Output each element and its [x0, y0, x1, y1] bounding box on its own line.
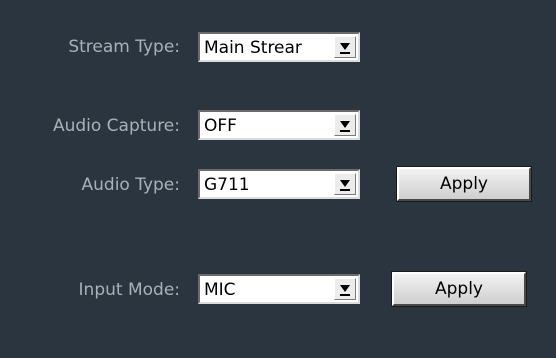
input-mode-value: MIC: [204, 280, 236, 300]
input-mode-label: Input Mode:: [78, 280, 180, 300]
audio-capture-label: Audio Capture:: [52, 116, 180, 136]
audio-capture-select[interactable]: OFF: [198, 110, 360, 140]
input-mode-apply-button[interactable]: Apply: [391, 271, 527, 307]
dropdown-arrow-icon[interactable]: [334, 36, 356, 58]
dropdown-arrow-icon[interactable]: [334, 114, 356, 136]
audio-type-value: G711: [204, 175, 250, 195]
stream-type-value: Main Strear: [204, 38, 302, 58]
audio-type-apply-button[interactable]: Apply: [396, 166, 532, 202]
stream-type-select[interactable]: Main Strear: [198, 32, 360, 62]
audio-type-label: Audio Type:: [81, 175, 181, 195]
stream-type-label: Stream Type:: [68, 37, 180, 57]
dropdown-arrow-icon[interactable]: [334, 173, 356, 195]
audio-type-select[interactable]: G711: [198, 169, 360, 199]
audio-capture-value: OFF: [204, 116, 237, 136]
input-mode-select[interactable]: MIC: [198, 274, 360, 304]
dropdown-arrow-icon[interactable]: [334, 278, 356, 300]
